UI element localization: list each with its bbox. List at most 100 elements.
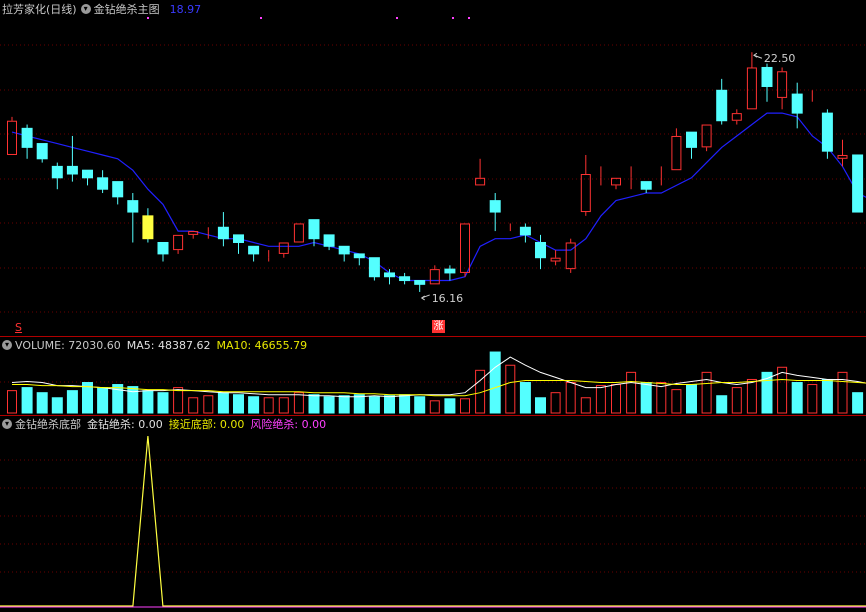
candle-body: [746, 67, 757, 110]
volume-bar-down: [821, 378, 833, 414]
candle-down: [686, 131, 697, 159]
top-dot-marker: [396, 17, 398, 19]
chevron-down-icon[interactable]: ▾: [2, 419, 12, 429]
high-label: 22.50: [764, 52, 796, 65]
volume-bar-down: [535, 397, 546, 414]
volume-bar-up: [837, 371, 848, 414]
volume-bar-down: [217, 392, 229, 414]
top-dot-marker: [468, 17, 470, 19]
jjdb-value: 接近底部: 0.00: [168, 418, 245, 431]
candle-body: [852, 154, 864, 213]
candle-up: [475, 158, 486, 186]
candle-body: [716, 89, 728, 122]
volume-bar-down: [66, 390, 78, 414]
volume-bar-up: [611, 384, 621, 414]
candle-up: [777, 67, 788, 110]
candle-down: [97, 170, 109, 194]
candle-body: [671, 135, 682, 171]
candles: [7, 52, 864, 292]
candle-up: [671, 128, 682, 171]
candle-body: [278, 242, 289, 254]
volume-ma10: MA10: 46655.79: [216, 338, 308, 352]
volume-bar-up: [173, 387, 184, 414]
candle-down: [821, 109, 833, 159]
volume-bar-down: [36, 392, 48, 414]
candle-body: [142, 215, 154, 240]
candle-body: [157, 241, 169, 255]
candle-down: [112, 181, 124, 205]
candle-down: [142, 208, 154, 243]
volume-bar-up: [626, 371, 637, 414]
ma-line: [11, 112, 866, 282]
candle-body: [701, 124, 712, 148]
candle-body: [519, 226, 531, 236]
candle-up: [611, 177, 621, 190]
candle-body: [353, 253, 365, 259]
candle-down: [640, 181, 652, 194]
volume-bar-down: [323, 396, 335, 414]
candle-up: [580, 154, 591, 216]
volume-bar-down: [142, 390, 154, 414]
indicator-title[interactable]: 金钻绝杀底部: [15, 416, 81, 432]
candle-down: [368, 257, 380, 281]
candle-body: [565, 242, 576, 270]
candle-body: [414, 280, 426, 285]
candle-down: [21, 124, 33, 159]
volume-bar-down: [716, 395, 728, 414]
candle-down: [248, 245, 260, 262]
chart-canvas[interactable]: 22.50 16.16: [0, 0, 866, 612]
volume-bar-up: [505, 364, 516, 414]
candle-body: [550, 257, 561, 262]
candle-body: [97, 177, 109, 190]
candle-body: [791, 93, 803, 114]
volume-bar-up: [595, 385, 606, 414]
candle-up: [746, 52, 757, 110]
volume-bar-up: [746, 378, 757, 414]
volume-bar-down: [97, 387, 109, 414]
candle-body: [640, 181, 652, 190]
candle-body: [112, 181, 124, 198]
candle-up: [173, 234, 184, 254]
volume-bar-down: [368, 396, 380, 414]
candle-up: [565, 238, 576, 273]
volume-bar-up: [550, 392, 561, 414]
volume-bar-up: [580, 397, 591, 414]
candle-body: [580, 174, 591, 213]
candle-body: [384, 272, 395, 278]
candle-body: [535, 241, 546, 259]
candle-up: [278, 242, 289, 258]
volume-bar-up: [731, 387, 742, 414]
candle-body: [82, 169, 93, 179]
volume-bar-down: [127, 386, 139, 414]
candle-down: [233, 234, 244, 254]
volume-bar-up: [188, 397, 199, 414]
volume-bar-down: [444, 398, 456, 414]
candle-down: [399, 272, 411, 285]
candle-body: [429, 269, 440, 285]
candle-down: [353, 253, 365, 266]
candle-body: [188, 231, 199, 235]
candle-up: [7, 116, 17, 155]
candle-down: [217, 212, 229, 247]
candle-down: [384, 269, 395, 285]
candle-body: [399, 276, 411, 282]
volume-bar-down: [852, 392, 864, 414]
candle-body: [293, 223, 304, 243]
candle-down: [157, 241, 169, 262]
candle-down: [519, 223, 531, 243]
price-ma-line: [11, 112, 866, 282]
volume-bar-down: [399, 394, 411, 414]
candle-body: [51, 165, 63, 179]
candle-down: [852, 154, 864, 213]
chevron-down-icon[interactable]: ▾: [2, 340, 12, 350]
volume-bar-down: [791, 382, 803, 414]
candle-body: [444, 268, 456, 274]
candle-down: [761, 63, 773, 102]
volume-label: VOLUME: 72030.60: [15, 338, 121, 352]
low-arrow: [420, 294, 430, 301]
volume-bar-up: [807, 384, 818, 414]
low-label: 16.16: [432, 292, 464, 305]
candle-down: [82, 169, 93, 186]
volume-bar-up: [429, 400, 440, 414]
volume-bar-up: [565, 382, 576, 414]
